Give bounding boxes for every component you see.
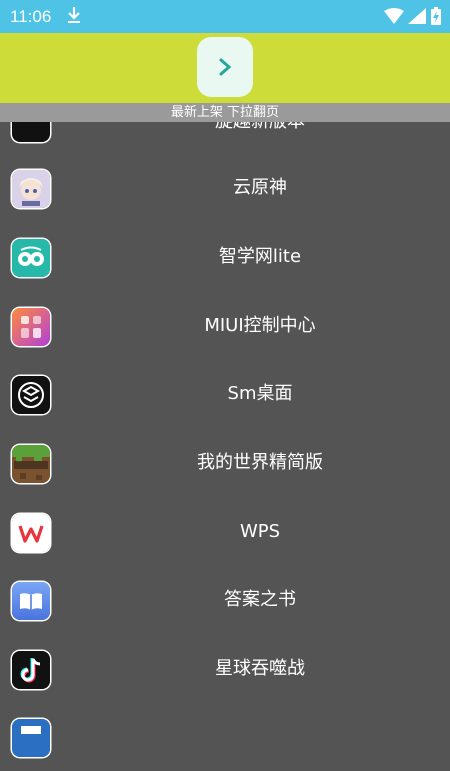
app-name: Sm桌面 [227,383,293,404]
app-name: 答案之书 [224,589,296,610]
chevron-right-icon [219,58,232,76]
list-item[interactable]: WPS [0,498,450,566]
list-item[interactable]: 云原神 [0,154,450,222]
top-banner-overlay [0,33,450,103]
list-item[interactable]: MIUI控制中心 [0,292,450,360]
list-item[interactable]: 智学网lite [0,223,450,291]
tiktok-icon [12,651,50,689]
app-name: 智学网lite [218,246,302,267]
book-icon [12,582,50,620]
minecraft-icon [12,445,50,483]
status-bar: 11:06 [0,0,450,33]
status-time: 11:06 [10,7,52,26]
download-icon [66,6,82,28]
app-name: MIUI控制中心 [204,315,316,336]
app-name: 星球吞噬战 [215,658,305,679]
list-item[interactable]: Sm桌面 [0,360,450,428]
list-item[interactable] [0,703,450,771]
wps-icon [12,514,50,552]
app-name: 云原神 [233,177,287,198]
app-name [70,703,450,771]
list-item[interactable]: 我的世界精简版 [0,429,450,497]
signal-icon [408,8,426,28]
genshin-icon [12,170,50,208]
app-name: WPS [239,521,281,542]
list-item[interactable]: 答案之书 [0,566,450,634]
wifi-icon [384,8,404,28]
control-center-icon [12,308,50,346]
calculator-icon [12,719,50,757]
battery-icon [431,7,441,29]
app-name: 我的世界精简版 [197,452,323,473]
list-item[interactable]: 星球吞噬战 [0,635,450,703]
next-button-overlay[interactable] [197,37,253,97]
owl-icon [12,239,50,277]
sm-launcher-icon [12,376,50,414]
page-hint: 最新上架 下拉翻页 [0,103,450,122]
